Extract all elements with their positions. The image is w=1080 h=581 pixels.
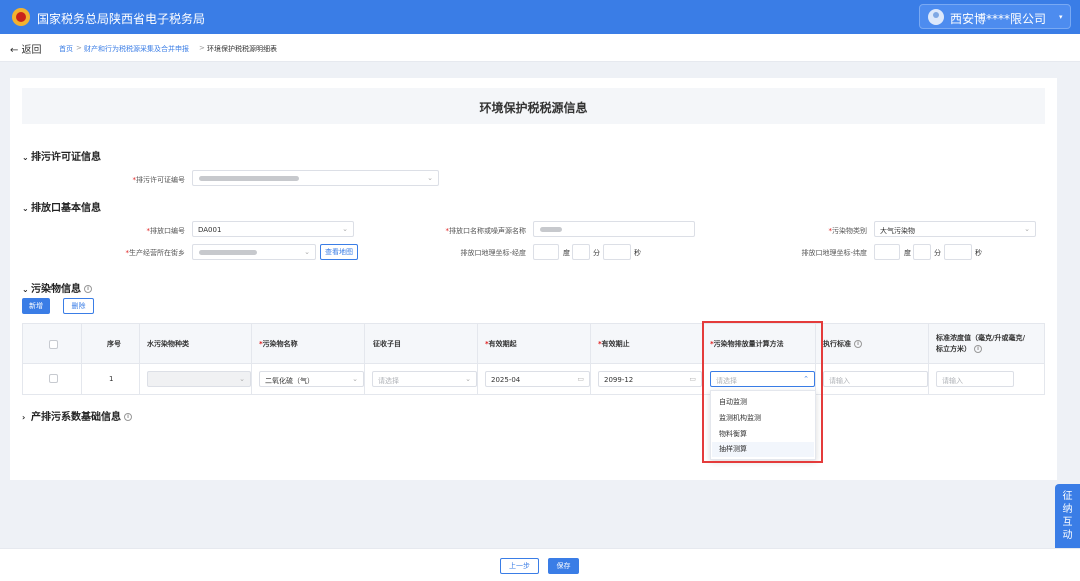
user-menu[interactable]: 西安博****限公司 ▾ — [919, 4, 1071, 29]
latitude-deg-input[interactable] — [874, 244, 900, 260]
longitude-deg-input[interactable] — [533, 244, 559, 260]
pollutant-name-select[interactable]: 二氧化硫（气） ⌄ — [259, 371, 364, 387]
section-coefficient[interactable]: › 产排污系数基础信息 i — [22, 408, 132, 423]
table-header: 序号 水污染物种类 * 污染物名称 征收子目 * 有效期起 * 有效期止 * 污染物排放… — [23, 324, 1044, 364]
breadcrumb-home[interactable]: 首页 — [59, 44, 73, 54]
chevron-down-icon: ⌄ — [427, 174, 433, 182]
select-all-cell — [49, 324, 58, 364]
street-label: *生产经营所在街乡 — [125, 249, 186, 257]
permit-no-select[interactable]: ⌄ — [192, 170, 439, 186]
breadcrumb: ← 返回 首页 > 财产和行为税税源采集及合并申报 > 环境保护税税源明细表 — [0, 34, 1080, 62]
chevron-down-icon: ⌄ — [342, 225, 348, 233]
row-seq: 1 — [109, 375, 114, 383]
chevron-down-icon: ⌄ — [22, 204, 29, 213]
concentration-input[interactable]: 请输入 — [936, 371, 1014, 387]
standard-input[interactable]: 请输入 — [823, 371, 928, 387]
info-icon[interactable]: i — [974, 345, 982, 353]
water-type-select[interactable]: ⌄ — [147, 371, 251, 387]
back-button[interactable]: ← 返回 — [10, 41, 42, 56]
tax-emblem-icon — [12, 8, 30, 26]
chevron-down-icon: ⌄ — [22, 285, 29, 294]
delete-button[interactable]: 删除 — [63, 298, 94, 314]
col-water-type: 水污染物种类 — [147, 340, 189, 348]
view-map-button[interactable]: 查看地图 — [320, 244, 358, 260]
longitude-sec-unit: 秒 — [634, 249, 641, 257]
title-bar: 环境保护税税源信息 — [22, 88, 1045, 124]
user-avatar-icon — [928, 9, 944, 25]
col-concentration: 标准浓度值（毫克/升或毫克/标立方米） i — [936, 334, 1026, 353]
user-name: 西安博****限公司 — [950, 12, 1047, 26]
save-button[interactable]: 保存 — [548, 558, 579, 574]
latitude-min-unit: 分 — [934, 249, 941, 257]
prev-step-button[interactable]: 上一步 — [500, 558, 539, 574]
chevron-right-icon: › — [22, 413, 26, 422]
highlight-box — [702, 321, 823, 463]
col-standard: 执行标准 i — [823, 324, 862, 364]
outlet-no-label: *排放口编号 — [146, 227, 186, 235]
sub-item-select[interactable]: 请选择 ⌄ — [372, 371, 477, 387]
chevron-down-icon: ⌄ — [1024, 225, 1030, 233]
chevron-down-icon: ⌄ — [304, 248, 310, 256]
chevron-down-icon: ⌄ — [352, 375, 358, 383]
breadcrumb-tax-collection[interactable]: 财产和行为税税源采集及合并申报 — [84, 44, 189, 54]
interaction-widget[interactable]: 征 纳 互 动 — [1055, 484, 1080, 554]
permit-no-label: *排污许可证编号 — [132, 176, 186, 184]
valid-from-date[interactable]: 2025-04 ▭ — [485, 371, 590, 387]
info-icon[interactable]: i — [84, 285, 92, 293]
street-select[interactable]: ⌄ — [192, 244, 316, 260]
outlet-name-label: *排放口名称或噪声源名称 — [445, 227, 527, 235]
pollutant-type-label: *污染物类别 — [828, 227, 868, 235]
col-sub-item: 征收子目 — [373, 340, 401, 348]
calendar-icon: ▭ — [577, 375, 584, 383]
latitude-sec-input[interactable] — [944, 244, 972, 260]
latitude-label: 排放口地理坐标-纬度 — [801, 249, 867, 257]
longitude-min-input[interactable] — [572, 244, 590, 260]
latitude-deg-unit: 度 — [904, 249, 911, 257]
content-card: 环境保护税税源信息 — [10, 78, 1057, 480]
section-pollutants[interactable]: ⌄ 污染物信息 i — [22, 280, 92, 295]
col-valid-to: * 有效期止 — [598, 340, 630, 348]
row-checkbox[interactable] — [49, 374, 58, 383]
breadcrumb-separator: > — [76, 44, 82, 52]
latitude-sec-unit: 秒 — [975, 249, 982, 257]
top-header: 国家税务总局陕西省电子税务局 西安博****限公司 ▾ — [0, 0, 1080, 34]
chevron-down-icon: ⌄ — [465, 375, 471, 383]
chevron-down-icon: ▾ — [1059, 13, 1063, 21]
chevron-down-icon: ⌄ — [239, 375, 245, 383]
longitude-label: 排放口地理坐标-经度 — [460, 249, 526, 257]
valid-to-date[interactable]: 2099-12 ▭ — [598, 371, 702, 387]
breadcrumb-current: 环境保护税税源明细表 — [207, 45, 277, 53]
section-permit[interactable]: ⌄ 排污许可证信息 — [22, 148, 101, 163]
longitude-min-unit: 分 — [593, 249, 600, 257]
add-button[interactable]: 新增 — [22, 298, 50, 314]
pollutant-type-select[interactable]: 大气污染物 ⌄ — [874, 221, 1036, 237]
latitude-min-input[interactable] — [913, 244, 931, 260]
select-all-checkbox[interactable] — [49, 339, 58, 349]
col-seq: 序号 — [107, 340, 121, 348]
longitude-sec-input[interactable] — [603, 244, 631, 260]
page-title: 环境保护税税源信息 — [479, 101, 588, 115]
col-pollutant-name: * 污染物名称 — [259, 340, 298, 348]
outlet-name-input[interactable] — [533, 221, 695, 237]
app-title: 国家税务总局陕西省电子税务局 — [37, 12, 206, 26]
chevron-down-icon: ⌄ — [22, 153, 29, 162]
footer-bar: 上一步 保存 — [0, 548, 1080, 581]
calendar-icon: ▭ — [689, 375, 696, 383]
breadcrumb-separator: > — [199, 44, 205, 52]
pollutant-table: 序号 水污染物种类 * 污染物名称 征收子目 * 有效期起 * 有效期止 * 污染物排放… — [22, 323, 1045, 395]
col-valid-from: * 有效期起 — [485, 340, 517, 348]
info-icon[interactable]: i — [854, 340, 862, 348]
longitude-deg-unit: 度 — [563, 249, 570, 257]
section-outlet[interactable]: ⌄ 排放口基本信息 — [22, 199, 101, 214]
info-icon[interactable]: i — [124, 413, 132, 421]
outlet-no-select[interactable]: DA001 ⌄ — [192, 221, 354, 237]
